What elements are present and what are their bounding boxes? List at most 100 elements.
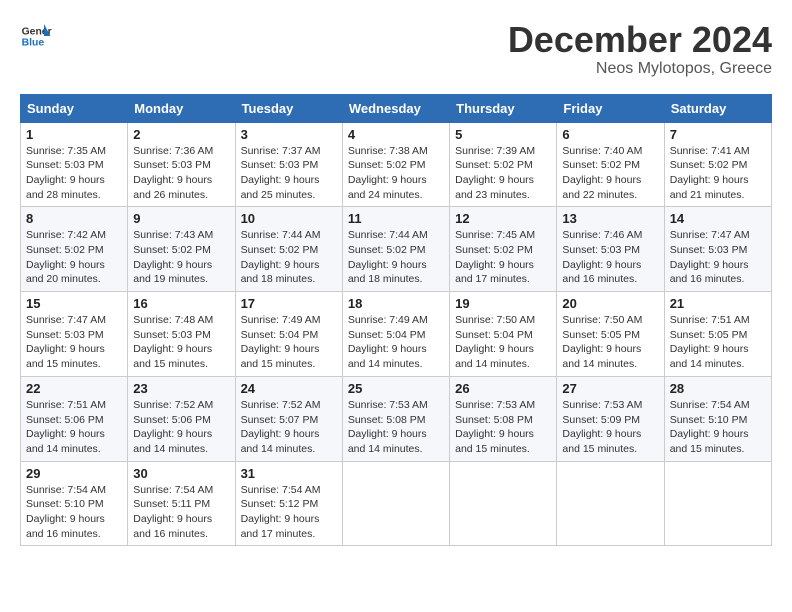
day-number: 27 <box>562 381 658 396</box>
day-cell-17: 17 Sunrise: 7:49 AMSunset: 5:04 PMDaylig… <box>235 292 342 377</box>
day-cell-31: 31 Sunrise: 7:54 AMSunset: 5:12 PMDaylig… <box>235 461 342 546</box>
day-detail: Sunrise: 7:42 AMSunset: 5:02 PMDaylight:… <box>26 228 122 287</box>
logo: General Blue <box>20 20 52 52</box>
logo-icon: General Blue <box>20 20 52 52</box>
empty-cell-w4-c3 <box>342 461 449 546</box>
day-number: 21 <box>670 296 766 311</box>
day-detail: Sunrise: 7:54 AMSunset: 5:11 PMDaylight:… <box>133 483 229 542</box>
day-number: 11 <box>348 211 444 226</box>
day-number: 28 <box>670 381 766 396</box>
day-cell-30: 30 Sunrise: 7:54 AMSunset: 5:11 PMDaylig… <box>128 461 235 546</box>
day-cell-16: 16 Sunrise: 7:48 AMSunset: 5:03 PMDaylig… <box>128 292 235 377</box>
header-wednesday: Wednesday <box>342 94 449 122</box>
day-cell-11: 11 Sunrise: 7:44 AMSunset: 5:02 PMDaylig… <box>342 207 449 292</box>
day-number: 19 <box>455 296 551 311</box>
header-monday: Monday <box>128 94 235 122</box>
day-cell-2: 2 Sunrise: 7:36 AMSunset: 5:03 PMDayligh… <box>128 122 235 207</box>
week-row-3: 15 Sunrise: 7:47 AMSunset: 5:03 PMDaylig… <box>21 292 772 377</box>
day-detail: Sunrise: 7:54 AMSunset: 5:12 PMDaylight:… <box>241 483 337 542</box>
day-detail: Sunrise: 7:43 AMSunset: 5:02 PMDaylight:… <box>133 228 229 287</box>
day-detail: Sunrise: 7:40 AMSunset: 5:02 PMDaylight:… <box>562 144 658 203</box>
day-detail: Sunrise: 7:50 AMSunset: 5:05 PMDaylight:… <box>562 313 658 372</box>
day-cell-20: 20 Sunrise: 7:50 AMSunset: 5:05 PMDaylig… <box>557 292 664 377</box>
day-cell-4: 4 Sunrise: 7:38 AMSunset: 5:02 PMDayligh… <box>342 122 449 207</box>
day-number: 2 <box>133 127 229 142</box>
day-cell-9: 9 Sunrise: 7:43 AMSunset: 5:02 PMDayligh… <box>128 207 235 292</box>
day-number: 5 <box>455 127 551 142</box>
day-number: 24 <box>241 381 337 396</box>
location: Neos Mylotopos, Greece <box>508 60 772 78</box>
day-number: 17 <box>241 296 337 311</box>
day-number: 1 <box>26 127 122 142</box>
week-row-4: 22 Sunrise: 7:51 AMSunset: 5:06 PMDaylig… <box>21 376 772 461</box>
day-cell-5: 5 Sunrise: 7:39 AMSunset: 5:02 PMDayligh… <box>450 122 557 207</box>
day-number: 3 <box>241 127 337 142</box>
day-cell-6: 6 Sunrise: 7:40 AMSunset: 5:02 PMDayligh… <box>557 122 664 207</box>
day-detail: Sunrise: 7:48 AMSunset: 5:03 PMDaylight:… <box>133 313 229 372</box>
day-cell-21: 21 Sunrise: 7:51 AMSunset: 5:05 PMDaylig… <box>664 292 771 377</box>
day-number: 10 <box>241 211 337 226</box>
day-number: 15 <box>26 296 122 311</box>
header-sunday: Sunday <box>21 94 128 122</box>
svg-text:Blue: Blue <box>22 38 45 49</box>
day-number: 4 <box>348 127 444 142</box>
day-cell-29: 29 Sunrise: 7:54 AMSunset: 5:10 PMDaylig… <box>21 461 128 546</box>
day-cell-28: 28 Sunrise: 7:54 AMSunset: 5:10 PMDaylig… <box>664 376 771 461</box>
day-detail: Sunrise: 7:54 AMSunset: 5:10 PMDaylight:… <box>26 483 122 542</box>
day-detail: Sunrise: 7:41 AMSunset: 5:02 PMDaylight:… <box>670 144 766 203</box>
day-number: 6 <box>562 127 658 142</box>
day-number: 13 <box>562 211 658 226</box>
day-cell-8: 8 Sunrise: 7:42 AMSunset: 5:02 PMDayligh… <box>21 207 128 292</box>
day-detail: Sunrise: 7:38 AMSunset: 5:02 PMDaylight:… <box>348 144 444 203</box>
day-cell-19: 19 Sunrise: 7:50 AMSunset: 5:04 PMDaylig… <box>450 292 557 377</box>
day-cell-3: 3 Sunrise: 7:37 AMSunset: 5:03 PMDayligh… <box>235 122 342 207</box>
day-detail: Sunrise: 7:44 AMSunset: 5:02 PMDaylight:… <box>348 228 444 287</box>
day-detail: Sunrise: 7:52 AMSunset: 5:07 PMDaylight:… <box>241 398 337 457</box>
day-cell-18: 18 Sunrise: 7:49 AMSunset: 5:04 PMDaylig… <box>342 292 449 377</box>
header-friday: Friday <box>557 94 664 122</box>
day-detail: Sunrise: 7:49 AMSunset: 5:04 PMDaylight:… <box>348 313 444 372</box>
day-detail: Sunrise: 7:53 AMSunset: 5:08 PMDaylight:… <box>455 398 551 457</box>
day-number: 22 <box>26 381 122 396</box>
day-cell-14: 14 Sunrise: 7:47 AMSunset: 5:03 PMDaylig… <box>664 207 771 292</box>
week-row-1: 1 Sunrise: 7:35 AMSunset: 5:03 PMDayligh… <box>21 122 772 207</box>
day-number: 8 <box>26 211 122 226</box>
day-number: 16 <box>133 296 229 311</box>
page-header: General Blue December 2024 Neos Mylotopo… <box>20 20 772 78</box>
day-number: 30 <box>133 466 229 481</box>
day-detail: Sunrise: 7:39 AMSunset: 5:02 PMDaylight:… <box>455 144 551 203</box>
day-cell-10: 10 Sunrise: 7:44 AMSunset: 5:02 PMDaylig… <box>235 207 342 292</box>
day-detail: Sunrise: 7:50 AMSunset: 5:04 PMDaylight:… <box>455 313 551 372</box>
title-block: December 2024 Neos Mylotopos, Greece <box>508 20 772 78</box>
day-number: 23 <box>133 381 229 396</box>
day-detail: Sunrise: 7:52 AMSunset: 5:06 PMDaylight:… <box>133 398 229 457</box>
day-cell-26: 26 Sunrise: 7:53 AMSunset: 5:08 PMDaylig… <box>450 376 557 461</box>
month-title: December 2024 <box>508 20 772 60</box>
empty-cell-w4-c6 <box>664 461 771 546</box>
day-number: 7 <box>670 127 766 142</box>
empty-cell-w4-c5 <box>557 461 664 546</box>
day-cell-12: 12 Sunrise: 7:45 AMSunset: 5:02 PMDaylig… <box>450 207 557 292</box>
day-cell-27: 27 Sunrise: 7:53 AMSunset: 5:09 PMDaylig… <box>557 376 664 461</box>
day-number: 25 <box>348 381 444 396</box>
header-tuesday: Tuesday <box>235 94 342 122</box>
day-detail: Sunrise: 7:45 AMSunset: 5:02 PMDaylight:… <box>455 228 551 287</box>
calendar-table: Sunday Monday Tuesday Wednesday Thursday… <box>20 94 772 547</box>
day-detail: Sunrise: 7:47 AMSunset: 5:03 PMDaylight:… <box>26 313 122 372</box>
day-number: 26 <box>455 381 551 396</box>
day-number: 31 <box>241 466 337 481</box>
day-number: 12 <box>455 211 551 226</box>
day-detail: Sunrise: 7:37 AMSunset: 5:03 PMDaylight:… <box>241 144 337 203</box>
day-detail: Sunrise: 7:51 AMSunset: 5:06 PMDaylight:… <box>26 398 122 457</box>
week-row-2: 8 Sunrise: 7:42 AMSunset: 5:02 PMDayligh… <box>21 207 772 292</box>
day-cell-22: 22 Sunrise: 7:51 AMSunset: 5:06 PMDaylig… <box>21 376 128 461</box>
day-number: 9 <box>133 211 229 226</box>
day-detail: Sunrise: 7:53 AMSunset: 5:09 PMDaylight:… <box>562 398 658 457</box>
day-cell-23: 23 Sunrise: 7:52 AMSunset: 5:06 PMDaylig… <box>128 376 235 461</box>
day-cell-7: 7 Sunrise: 7:41 AMSunset: 5:02 PMDayligh… <box>664 122 771 207</box>
day-detail: Sunrise: 7:44 AMSunset: 5:02 PMDaylight:… <box>241 228 337 287</box>
day-number: 18 <box>348 296 444 311</box>
day-detail: Sunrise: 7:35 AMSunset: 5:03 PMDaylight:… <box>26 144 122 203</box>
day-detail: Sunrise: 7:51 AMSunset: 5:05 PMDaylight:… <box>670 313 766 372</box>
day-cell-24: 24 Sunrise: 7:52 AMSunset: 5:07 PMDaylig… <box>235 376 342 461</box>
